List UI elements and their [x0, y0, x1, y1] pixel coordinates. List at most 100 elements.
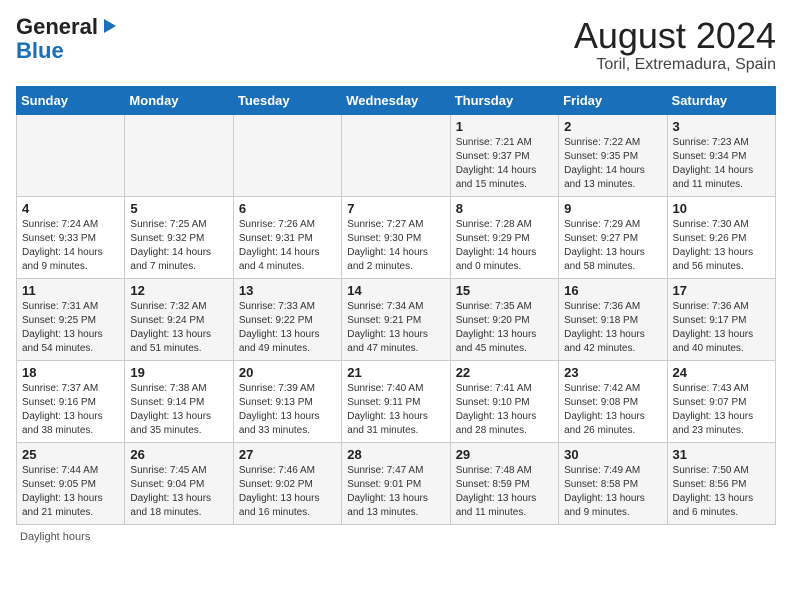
- day-number: 18: [22, 365, 119, 380]
- day-number: 22: [456, 365, 553, 380]
- day-info: Sunrise: 7:30 AM Sunset: 9:26 PM Dayligh…: [673, 218, 770, 274]
- day-info: Sunrise: 7:46 AM Sunset: 9:02 PM Dayligh…: [239, 464, 336, 520]
- day-number: 29: [456, 447, 553, 462]
- weekday-header-monday: Monday: [125, 86, 233, 114]
- weekday-header-thursday: Thursday: [450, 86, 558, 114]
- day-number: 12: [130, 283, 227, 298]
- weekday-header-row: SundayMondayTuesdayWednesdayThursdayFrid…: [17, 86, 776, 114]
- weekday-header-sunday: Sunday: [17, 86, 125, 114]
- weekday-header-friday: Friday: [559, 86, 667, 114]
- calendar-cell: 30 Sunrise: 7:49 AM Sunset: 8:58 PM Dayli…: [559, 442, 667, 524]
- day-number: 16: [564, 283, 661, 298]
- day-number: 25: [22, 447, 119, 462]
- day-number: 15: [456, 283, 553, 298]
- calendar-week-row: 25 Sunrise: 7:44 AM Sunset: 9:05 PM Dayli…: [17, 442, 776, 524]
- calendar-cell: 5Sunrise: 7:25 AM Sunset: 9:32 PM Daylig…: [125, 196, 233, 278]
- day-number: 3: [673, 119, 770, 134]
- calendar-week-row: 1 Sunrise: 7:21 AM Sunset: 9:37 PM Daylig…: [17, 114, 776, 196]
- day-info: Sunrise: 7:36 AM Sunset: 9:18 PM Dayligh…: [564, 300, 661, 356]
- day-number: 19: [130, 365, 227, 380]
- day-number: 27: [239, 447, 336, 462]
- day-info: Sunrise: 7:23 AM Sunset: 9:34 PM Dayligh…: [673, 136, 770, 192]
- day-info: Sunrise: 7:49 AM Sunset: 8:58 PM Dayligh…: [564, 464, 661, 520]
- logo-arrow-icon: [100, 17, 118, 35]
- calendar-cell: 18 Sunrise: 7:37 AM Sunset: 9:16 PM Dayli…: [17, 360, 125, 442]
- title-area: August 2024 Toril, Extremadura, Spain: [574, 16, 776, 74]
- day-info: Sunrise: 7:47 AM Sunset: 9:01 PM Dayligh…: [347, 464, 444, 520]
- calendar-week-row: 11Sunrise: 7:31 AM Sunset: 9:25 PM Dayli…: [17, 278, 776, 360]
- day-number: 9: [564, 201, 661, 216]
- day-info: Sunrise: 7:40 AM Sunset: 9:11 PM Dayligh…: [347, 382, 444, 438]
- day-info: Sunrise: 7:44 AM Sunset: 9:05 PM Dayligh…: [22, 464, 119, 520]
- day-number: 2: [564, 119, 661, 134]
- calendar-cell: 19 Sunrise: 7:38 AM Sunset: 9:14 PM Dayli…: [125, 360, 233, 442]
- day-number: 4: [22, 201, 119, 216]
- calendar-cell: 27 Sunrise: 7:46 AM Sunset: 9:02 PM Dayli…: [233, 442, 341, 524]
- calendar-cell: 15Sunrise: 7:35 AM Sunset: 9:20 PM Dayli…: [450, 278, 558, 360]
- calendar-cell: 8 Sunrise: 7:28 AM Sunset: 9:29 PM Daylig…: [450, 196, 558, 278]
- day-info: Sunrise: 7:48 AM Sunset: 8:59 PM Dayligh…: [456, 464, 553, 520]
- header: General Blue August 2024 Toril, Extremad…: [16, 16, 776, 74]
- calendar-table: SundayMondayTuesdayWednesdayThursdayFrid…: [16, 86, 776, 525]
- calendar-cell: 4 Sunrise: 7:24 AM Sunset: 9:33 PM Daylig…: [17, 196, 125, 278]
- calendar-cell: 22 Sunrise: 7:41 AM Sunset: 9:10 PM Dayli…: [450, 360, 558, 442]
- calendar-cell: [342, 114, 450, 196]
- day-info: Sunrise: 7:37 AM Sunset: 9:16 PM Dayligh…: [22, 382, 119, 438]
- day-info: Sunrise: 7:21 AM Sunset: 9:37 PM Dayligh…: [456, 136, 553, 192]
- calendar-cell: 17Sunrise: 7:36 AM Sunset: 9:17 PM Dayli…: [667, 278, 775, 360]
- weekday-header-tuesday: Tuesday: [233, 86, 341, 114]
- day-info: Sunrise: 7:33 AM Sunset: 9:22 PM Dayligh…: [239, 300, 336, 356]
- calendar-cell: 13 Sunrise: 7:33 AM Sunset: 9:22 PM Dayli…: [233, 278, 341, 360]
- day-number: 7: [347, 201, 444, 216]
- day-number: 11: [22, 283, 119, 298]
- logo-blue: Blue: [16, 38, 64, 64]
- day-info: Sunrise: 7:41 AM Sunset: 9:10 PM Dayligh…: [456, 382, 553, 438]
- calendar-cell: 14Sunrise: 7:34 AM Sunset: 9:21 PM Dayli…: [342, 278, 450, 360]
- weekday-header-saturday: Saturday: [667, 86, 775, 114]
- day-number: 8: [456, 201, 553, 216]
- calendar-title: August 2024: [574, 16, 776, 56]
- calendar-cell: 9 Sunrise: 7:29 AM Sunset: 9:27 PM Daylig…: [559, 196, 667, 278]
- calendar-cell: 10Sunrise: 7:30 AM Sunset: 9:26 PM Dayli…: [667, 196, 775, 278]
- day-number: 31: [673, 447, 770, 462]
- calendar-cell: [17, 114, 125, 196]
- day-number: 20: [239, 365, 336, 380]
- day-number: 13: [239, 283, 336, 298]
- calendar-cell: 3 Sunrise: 7:23 AM Sunset: 9:34 PM Daylig…: [667, 114, 775, 196]
- day-number: 30: [564, 447, 661, 462]
- calendar-cell: 12 Sunrise: 7:32 AM Sunset: 9:24 PM Dayli…: [125, 278, 233, 360]
- calendar-cell: 20 Sunrise: 7:39 AM Sunset: 9:13 PM Dayli…: [233, 360, 341, 442]
- day-number: 24: [673, 365, 770, 380]
- calendar-cell: 16 Sunrise: 7:36 AM Sunset: 9:18 PM Dayli…: [559, 278, 667, 360]
- day-info: Sunrise: 7:24 AM Sunset: 9:33 PM Dayligh…: [22, 218, 119, 274]
- calendar-cell: 7 Sunrise: 7:27 AM Sunset: 9:30 PM Daylig…: [342, 196, 450, 278]
- day-number: 6: [239, 201, 336, 216]
- day-info: Sunrise: 7:39 AM Sunset: 9:13 PM Dayligh…: [239, 382, 336, 438]
- day-info: Sunrise: 7:27 AM Sunset: 9:30 PM Dayligh…: [347, 218, 444, 274]
- day-number: 21: [347, 365, 444, 380]
- day-info: Sunrise: 7:38 AM Sunset: 9:14 PM Dayligh…: [130, 382, 227, 438]
- calendar-cell: [125, 114, 233, 196]
- day-info: Sunrise: 7:22 AM Sunset: 9:35 PM Dayligh…: [564, 136, 661, 192]
- day-info: Sunrise: 7:50 AM Sunset: 8:56 PM Dayligh…: [673, 464, 770, 520]
- calendar-cell: 24Sunrise: 7:43 AM Sunset: 9:07 PM Dayli…: [667, 360, 775, 442]
- calendar-cell: 1 Sunrise: 7:21 AM Sunset: 9:37 PM Daylig…: [450, 114, 558, 196]
- calendar-cell: 31 Sunrise: 7:50 AM Sunset: 8:56 PM Dayli…: [667, 442, 775, 524]
- calendar-subtitle: Toril, Extremadura, Spain: [574, 56, 776, 74]
- day-info: Sunrise: 7:42 AM Sunset: 9:08 PM Dayligh…: [564, 382, 661, 438]
- day-number: 14: [347, 283, 444, 298]
- calendar-cell: 25 Sunrise: 7:44 AM Sunset: 9:05 PM Dayli…: [17, 442, 125, 524]
- day-number: 5: [130, 201, 227, 216]
- calendar-week-row: 4 Sunrise: 7:24 AM Sunset: 9:33 PM Daylig…: [17, 196, 776, 278]
- day-info: Sunrise: 7:29 AM Sunset: 9:27 PM Dayligh…: [564, 218, 661, 274]
- calendar-cell: [233, 114, 341, 196]
- day-number: 1: [456, 119, 553, 134]
- day-number: 23: [564, 365, 661, 380]
- day-info: Sunrise: 7:45 AM Sunset: 9:04 PM Dayligh…: [130, 464, 227, 520]
- day-info: Sunrise: 7:32 AM Sunset: 9:24 PM Dayligh…: [130, 300, 227, 356]
- day-info: Sunrise: 7:26 AM Sunset: 9:31 PM Dayligh…: [239, 218, 336, 274]
- day-info: Sunrise: 7:28 AM Sunset: 9:29 PM Dayligh…: [456, 218, 553, 274]
- weekday-header-wednesday: Wednesday: [342, 86, 450, 114]
- calendar-cell: 29 Sunrise: 7:48 AM Sunset: 8:59 PM Dayli…: [450, 442, 558, 524]
- calendar-cell: 28Sunrise: 7:47 AM Sunset: 9:01 PM Dayli…: [342, 442, 450, 524]
